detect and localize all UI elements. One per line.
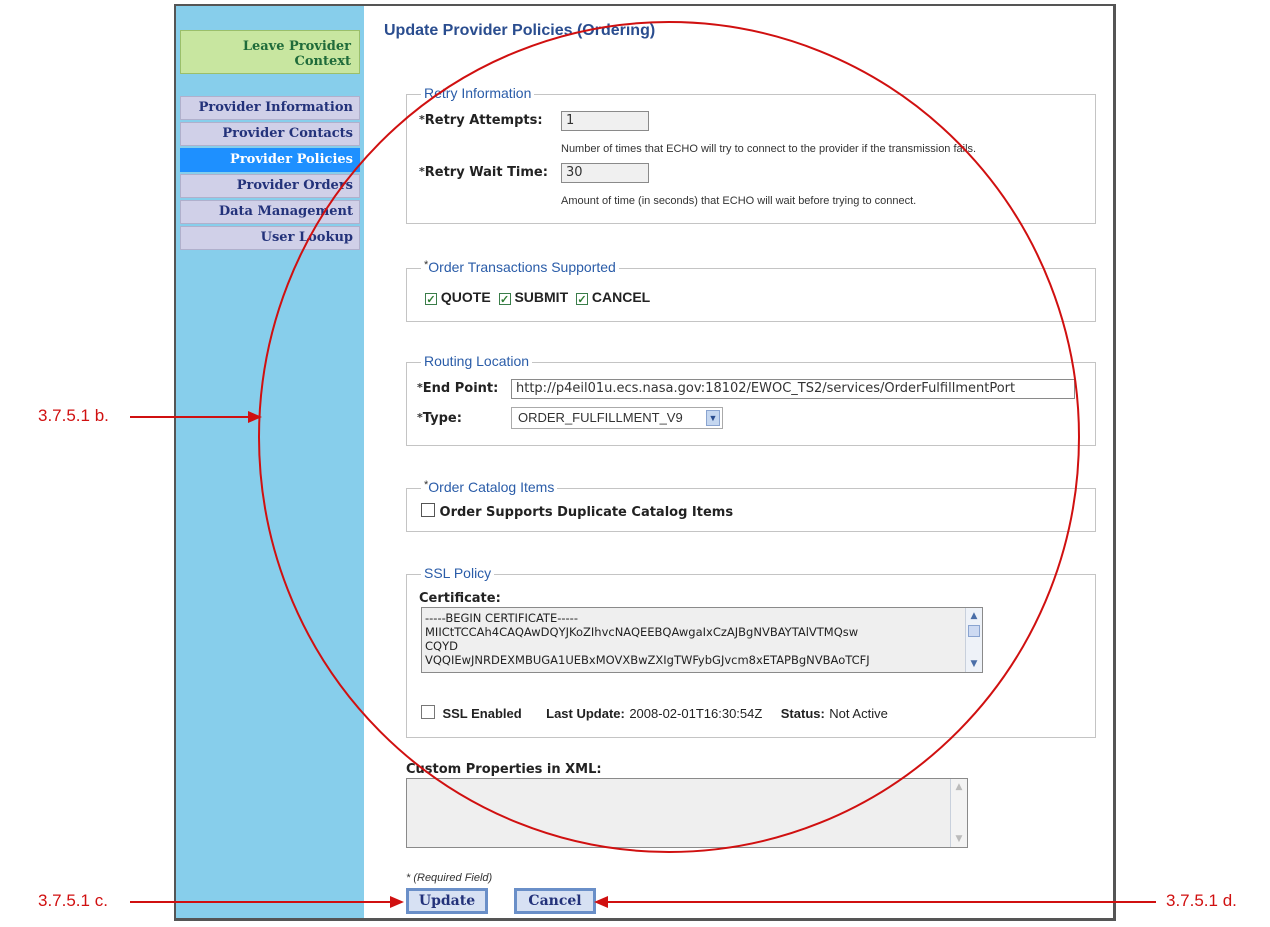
ssl-legend: SSL Policy <box>421 565 495 581</box>
chevron-up-icon[interactable]: ▲ <box>952 780 966 794</box>
chevron-down-icon[interactable]: ▼ <box>967 657 981 671</box>
cert-line: CQYD <box>425 639 458 653</box>
retry-legend: Retry Information <box>421 85 535 101</box>
order-transactions-section: *Order Transactions Supported ✓ QUOTE ✓ … <box>406 259 1096 322</box>
cancel-button[interactable]: Cancel <box>514 888 596 914</box>
status-label: Status: <box>780 706 825 721</box>
annotation-b: 3.7.5.1 b. <box>38 406 109 425</box>
duplicate-catalog-label: Order Supports Duplicate Catalog Items <box>439 505 734 520</box>
cert-line: MIICtTCCAh4CAQAwDQYJKoZIhvcNAQEEBQAwgaIx… <box>425 625 859 639</box>
sidebar-item-provider-information[interactable]: Provider Information <box>180 96 360 120</box>
submit-label: SUBMIT <box>514 289 569 305</box>
retry-wait-time-help: Amount of time (in seconds) that ECHO wi… <box>561 195 917 207</box>
retry-wait-time-label: *Retry Wait Time: <box>419 165 548 180</box>
app-frame: Leave Provider Context Provider Informat… <box>174 4 1116 921</box>
custom-properties-textarea[interactable]: ▲ ▼ <box>406 778 968 848</box>
submit-checkbox[interactable]: ✓ <box>498 293 511 306</box>
quote-label: QUOTE <box>440 289 491 305</box>
order-catalog-legend: *Order Catalog Items <box>421 479 558 495</box>
cancel-checkbox[interactable]: ✓ <box>576 293 589 306</box>
cert-line: -----BEGIN CERTIFICATE----- <box>425 611 578 625</box>
sidebar-item-provider-orders[interactable]: Provider Orders <box>180 174 360 198</box>
certificate-label: Certificate: <box>419 591 501 606</box>
endpoint-input[interactable]: http://p4eil01u.ecs.nasa.gov:18102/EWOC_… <box>511 379 1075 399</box>
ssl-enabled-label: SSL Enabled <box>442 706 522 721</box>
annotation-c: 3.7.5.1 c. <box>38 891 108 910</box>
duplicate-catalog-checkbox[interactable] <box>421 503 435 517</box>
routing-legend: Routing Location <box>421 353 533 369</box>
chevron-down-icon[interactable]: ▼ <box>952 832 966 846</box>
page-title: Update Provider Policies (Ordering) <box>384 22 656 39</box>
ssl-status-row: SSL Enabled Last Update: 2008-02-01T16:3… <box>421 705 1081 723</box>
scroll-thumb[interactable] <box>968 625 980 637</box>
status-value: Not Active <box>829 706 888 721</box>
type-label: *Type: <box>417 411 462 426</box>
retry-information-section: Retry Information *Retry Attempts: 1 Num… <box>406 85 1096 224</box>
transactions-options: ✓ QUOTE ✓ SUBMIT ✓ CANCEL <box>425 289 651 306</box>
type-selected-value: ORDER_FULFILLMENT_V9 <box>518 410 683 425</box>
sidebar-nav: Provider Information Provider Contacts P… <box>180 96 360 252</box>
cert-line: VQQIEwJNRDEXMBUGA1UEBxMOVXBwZXIgTWFybGJv… <box>425 653 870 667</box>
endpoint-label: *End Point: <box>417 381 499 396</box>
routing-location-section: Routing Location *End Point: http://p4ei… <box>406 353 1096 446</box>
order-transactions-legend: *Order Transactions Supported <box>421 259 619 275</box>
retry-attempts-input[interactable]: 1 <box>561 111 649 131</box>
retry-attempts-label: *Retry Attempts: <box>419 113 543 128</box>
last-update-value: 2008-02-01T16:30:54Z <box>629 706 763 721</box>
chevron-up-icon[interactable]: ▲ <box>967 609 981 623</box>
retry-attempts-help: Number of times that ECHO will try to co… <box>561 143 977 155</box>
leave-provider-context-button[interactable]: Leave Provider Context <box>180 30 360 74</box>
quote-checkbox[interactable]: ✓ <box>425 293 437 306</box>
sidebar-item-data-management[interactable]: Data Management <box>180 200 360 224</box>
ssl-enabled-checkbox[interactable] <box>421 705 435 719</box>
last-update-label: Last Update: <box>546 706 625 721</box>
type-select[interactable]: ORDER_FULFILLMENT_V9 ▼ <box>511 407 723 429</box>
sidebar: Leave Provider Context Provider Informat… <box>176 6 364 918</box>
leave-label-line1: Leave Provider <box>242 39 351 54</box>
main-content: Update Provider Policies (Ordering) Retr… <box>364 6 1113 918</box>
certificate-textarea[interactable]: -----BEGIN CERTIFICATE----- MIICtTCCAh4C… <box>421 607 983 673</box>
custom-properties-scrollbar[interactable]: ▲ ▼ <box>950 779 967 847</box>
retry-wait-time-input[interactable]: 30 <box>561 163 649 183</box>
annotation-d: 3.7.5.1 d. <box>1166 891 1237 910</box>
order-catalog-items-section: *Order Catalog Items Order Supports Dupl… <box>406 479 1096 532</box>
cancel-label: CANCEL <box>591 289 651 305</box>
sidebar-item-provider-policies[interactable]: Provider Policies <box>180 148 360 172</box>
certificate-scrollbar[interactable]: ▲ ▼ <box>965 608 982 672</box>
sidebar-item-provider-contacts[interactable]: Provider Contacts <box>180 122 360 146</box>
ssl-policy-section: SSL Policy Certificate: -----BEGIN CERTI… <box>406 565 1096 738</box>
sidebar-item-user-lookup[interactable]: User Lookup <box>180 226 360 250</box>
leave-label-line2: Context <box>294 54 351 69</box>
update-button[interactable]: Update <box>406 888 488 914</box>
chevron-down-icon: ▼ <box>706 410 720 426</box>
required-field-note: * (Required Field) <box>406 872 493 884</box>
duplicate-catalog-option: Order Supports Duplicate Catalog Items <box>421 503 733 520</box>
custom-properties-label: Custom Properties in XML: <box>406 762 602 777</box>
